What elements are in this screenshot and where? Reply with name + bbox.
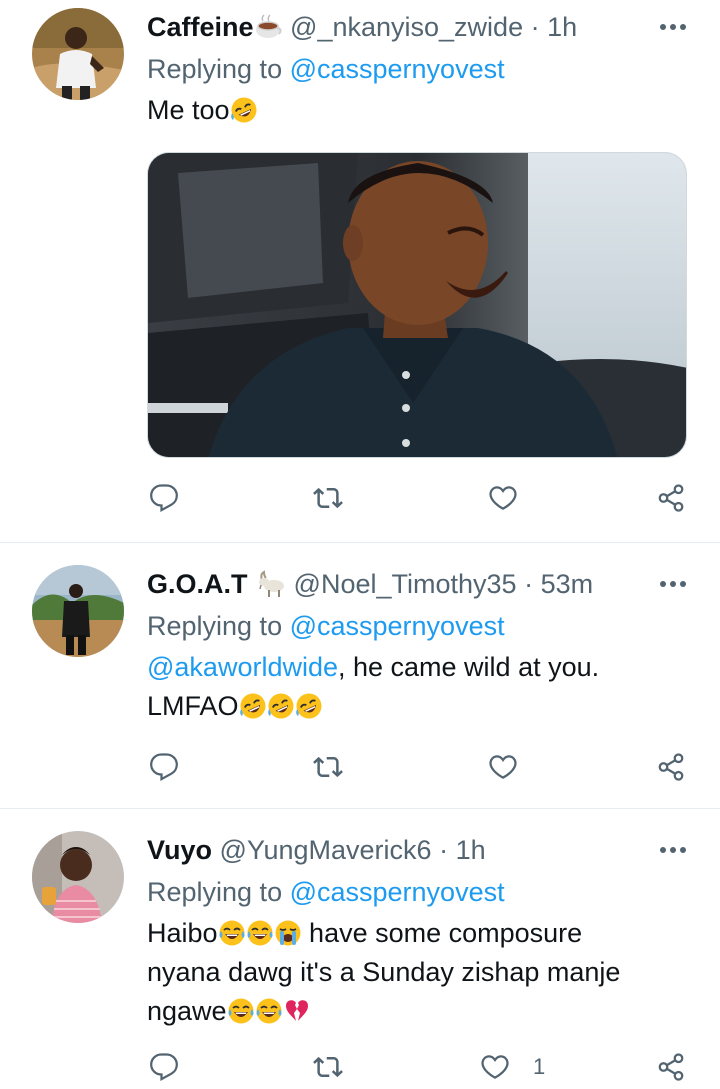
timestamp[interactable]: 1h xyxy=(547,12,577,42)
rolling-on-floor-laughing-icon xyxy=(230,96,258,124)
tweet-text-line1: , he came wild at you. xyxy=(338,652,600,682)
tweet-content: Caffeine @_nkanyiso_zwide · 1h Replying … xyxy=(147,8,696,130)
tweet-header: Caffeine @_nkanyiso_zwide · 1h xyxy=(147,8,696,46)
like-count: 1 xyxy=(533,1054,546,1079)
tweet-text: Me too xyxy=(147,91,696,130)
reply-icon xyxy=(150,753,178,782)
replying-mention[interactable]: @casspernyovest xyxy=(290,54,505,84)
tweet-text-line2: LMFAO xyxy=(147,691,239,721)
tweet-content: G.O.A.T @Noel_Timothy35 · 53m Replying t… xyxy=(147,565,696,726)
tweet-content: Vuyo @YungMaverick6 · 1h Replying to @ca… xyxy=(147,831,696,1031)
reply-icon xyxy=(150,484,178,513)
display-name[interactable]: Caffeine xyxy=(147,12,254,42)
tweet-text-content: Me too xyxy=(147,95,230,125)
face-with-tears-of-joy-icon xyxy=(255,997,283,1025)
timestamp[interactable]: 1h xyxy=(456,835,486,865)
retweet-icon xyxy=(313,1056,343,1078)
replying-prefix: Replying to xyxy=(147,611,290,641)
share-button[interactable] xyxy=(655,478,687,518)
more-options-icon[interactable] xyxy=(660,835,686,865)
user-handle[interactable]: @Noel_Timothy35 xyxy=(294,569,517,599)
heart-icon xyxy=(481,1055,509,1079)
replying-to: Replying to @casspernyovest xyxy=(147,873,696,911)
reply-button[interactable] xyxy=(149,747,201,787)
reply-icon xyxy=(150,1053,178,1082)
tweet-header: Vuyo @YungMaverick6 · 1h xyxy=(147,831,696,869)
tweet-header: G.O.A.T @Noel_Timothy35 · 53m xyxy=(147,565,696,603)
share-icon xyxy=(658,1053,684,1081)
tweet-text-start: Haibo xyxy=(147,918,218,948)
tweet[interactable]: G.O.A.T @Noel_Timothy35 · 53m Replying t… xyxy=(0,543,720,809)
share-icon xyxy=(658,753,684,781)
tweet-text: @akaworldwide, he came wild at you. LMFA… xyxy=(147,648,696,726)
display-name[interactable]: G.O.A.T xyxy=(147,569,248,599)
like-button[interactable] xyxy=(487,747,541,787)
rolling-on-floor-laughing-icon xyxy=(267,692,295,720)
reply-button[interactable] xyxy=(149,1047,201,1087)
face-with-tears-of-joy-icon xyxy=(227,997,255,1025)
rolling-on-floor-laughing-icon xyxy=(295,692,323,720)
broken-heart-icon xyxy=(283,997,311,1025)
replying-mention[interactable]: @casspernyovest xyxy=(290,611,505,641)
replying-to: Replying to @casspernyovest xyxy=(147,607,696,645)
tweet-photo[interactable] xyxy=(147,152,687,458)
tweet[interactable]: Vuyo @YungMaverick6 · 1h Replying to @ca… xyxy=(0,809,720,1089)
more-options-icon[interactable] xyxy=(660,569,686,599)
tweet-text-line3: ngawe xyxy=(147,996,227,1026)
tweet-actions xyxy=(147,747,697,787)
replying-to: Replying to @casspernyovest xyxy=(147,50,696,88)
share-button[interactable] xyxy=(655,1047,687,1087)
photo-image xyxy=(148,153,686,457)
user-handle[interactable]: @YungMaverick6 xyxy=(220,835,432,865)
tweet-actions: 1 xyxy=(147,1047,697,1087)
reply-button[interactable] xyxy=(149,478,201,518)
more-options-icon[interactable] xyxy=(660,12,686,42)
retweet-icon xyxy=(313,487,343,509)
replying-prefix: Replying to xyxy=(147,54,290,84)
like-button[interactable] xyxy=(487,478,541,518)
tweet-text: Haibo have some composure nyana dawg it'… xyxy=(147,914,696,1031)
retweet-icon xyxy=(313,756,343,778)
body-mention[interactable]: @akaworldwide xyxy=(147,652,338,682)
retweet-button[interactable] xyxy=(312,747,366,787)
share-button[interactable] xyxy=(655,747,687,787)
avatar[interactable] xyxy=(32,831,124,923)
like-button[interactable]: 1 xyxy=(479,1047,545,1087)
user-handle[interactable]: @_nkanyiso_zwide xyxy=(290,12,523,42)
rolling-on-floor-laughing-icon xyxy=(239,692,267,720)
tweet-actions xyxy=(147,478,697,518)
hot-beverage-icon xyxy=(255,13,283,51)
heart-icon xyxy=(489,486,517,510)
retweet-button[interactable] xyxy=(312,1047,366,1087)
tweet-text-line2: nyana dawg it's a Sunday zishap manje xyxy=(147,957,621,987)
avatar[interactable] xyxy=(32,565,124,657)
face-with-tears-of-joy-icon xyxy=(218,919,246,947)
loudly-crying-face-icon xyxy=(274,919,302,947)
avatar[interactable] xyxy=(32,8,124,100)
face-with-tears-of-joy-icon xyxy=(246,919,274,947)
separator-dot: · xyxy=(524,569,534,599)
display-name[interactable]: Vuyo xyxy=(147,835,212,865)
timestamp[interactable]: 53m xyxy=(541,569,594,599)
goat-icon xyxy=(256,570,286,608)
tweet[interactable]: Caffeine @_nkanyiso_zwide · 1h Replying … xyxy=(0,0,720,543)
tweet-text-after-emojis: have some composure xyxy=(301,918,583,948)
share-icon xyxy=(658,484,684,512)
replying-prefix: Replying to xyxy=(147,877,290,907)
separator-dot: · xyxy=(439,835,449,865)
heart-icon xyxy=(489,755,517,779)
retweet-button[interactable] xyxy=(312,478,366,518)
separator-dot: · xyxy=(530,12,540,42)
replying-mention[interactable]: @casspernyovest xyxy=(290,877,505,907)
